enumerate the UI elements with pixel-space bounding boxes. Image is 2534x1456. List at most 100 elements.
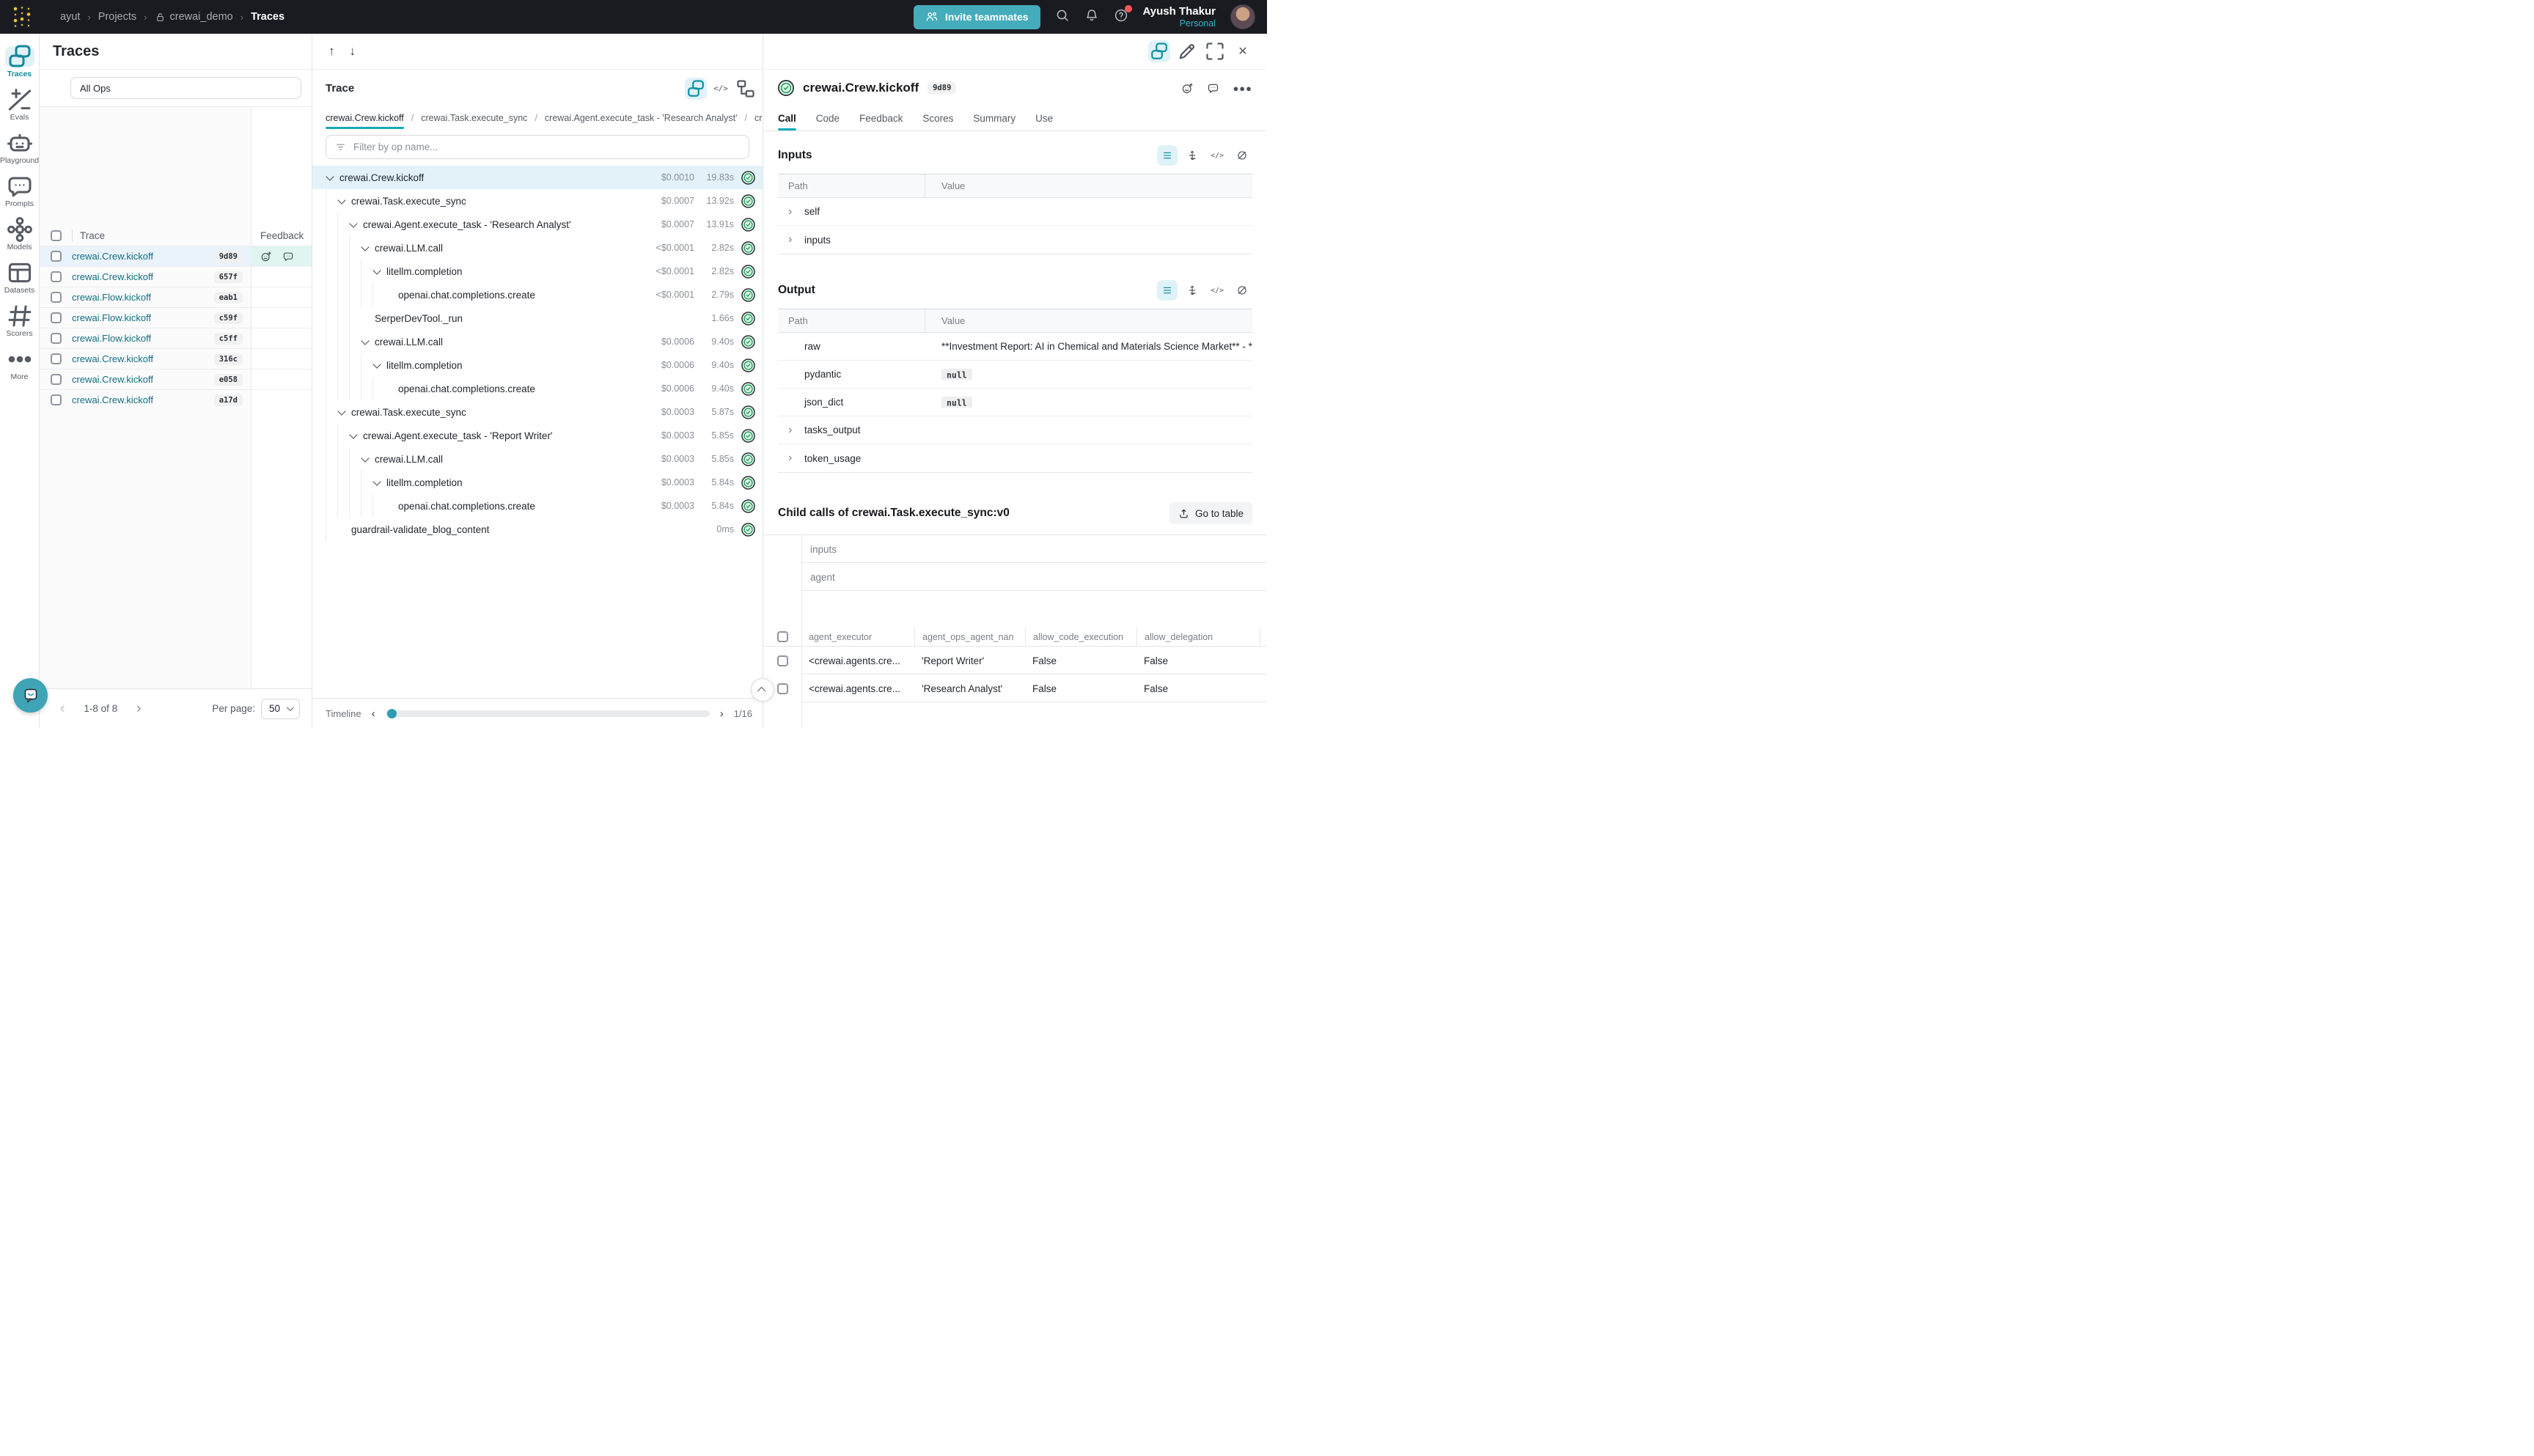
breadcrumb-item-crewai_demo[interactable]: crewai_demo	[155, 11, 233, 23]
span-tree-row[interactable]: guardrail-validate_blog_content0ms	[312, 518, 763, 541]
column-header-allow_delegation[interactable]: allow_delegation	[1136, 628, 1260, 646]
column-header-b[interactable]: b	[1260, 628, 1267, 646]
sidebar-item-scorers[interactable]: Scorers	[0, 301, 39, 344]
breadcrumb-item-Traces[interactable]: Traces	[251, 11, 284, 23]
span-tree-row[interactable]: crewai.Agent.execute_task - 'Research An…	[312, 213, 763, 236]
per-page-select[interactable]: 50	[261, 699, 300, 719]
sidebar-item-playground[interactable]: Playground	[0, 128, 39, 171]
code-view-icon[interactable]: </>	[1207, 280, 1227, 301]
span-tree-row[interactable]: SerperDevTool._run1.66s	[312, 306, 763, 330]
row-checkbox[interactable]	[51, 374, 62, 385]
trace-row[interactable]: crewai.Crew.kickoff9d89	[40, 246, 312, 266]
span-tree-row[interactable]: openai.chat.completions.create$0.00069.4…	[312, 377, 763, 400]
tab-use[interactable]: Use	[1035, 106, 1053, 130]
row-checkbox[interactable]	[51, 251, 62, 262]
trace-link[interactable]: crewai.Crew.kickoff	[72, 374, 153, 385]
child-call-row[interactable]: <crewai.agents.cre...'Research Analyst'F…	[763, 674, 1267, 702]
sidebar-item-prompts[interactable]: Prompts	[0, 171, 39, 214]
trace-tab[interactable]: crewai.Task.execute_sync	[421, 110, 527, 129]
trace-link[interactable]: crewai.Flow.kickoff	[72, 292, 151, 303]
trace-link[interactable]: crewai.Flow.kickoff	[72, 333, 151, 344]
breadcrumb-item-Projects[interactable]: Projects	[98, 11, 136, 23]
chevron-down-icon[interactable]	[337, 196, 345, 204]
span-tree-row[interactable]: litellm.completion<$0.00012.82s	[312, 260, 763, 283]
add-comment-icon[interactable]	[282, 251, 294, 262]
trace-id-badge[interactable]: c59f	[214, 312, 243, 324]
prev-page-icon[interactable]: ‹	[60, 701, 65, 717]
trace-row[interactable]: crewai.Crew.kickoffe058	[40, 369, 312, 389]
trace-id-badge[interactable]: eab1	[214, 292, 243, 304]
trace-tab[interactable]: crewai.Crew.kickoff	[326, 110, 404, 129]
chevron-down-icon[interactable]	[372, 360, 381, 368]
span-tree-row[interactable]: crewai.Task.execute_sync$0.00035.87s	[312, 400, 763, 424]
trace-tab[interactable]: crewai.LLM.cal	[754, 110, 763, 129]
trace-row[interactable]: crewai.Flow.kickoff c59f	[40, 307, 312, 328]
fullscreen-icon[interactable]	[1204, 40, 1226, 62]
add-emoji-icon[interactable]	[1181, 82, 1194, 95]
collapse-panel-button[interactable]	[751, 678, 774, 702]
avatar[interactable]	[1230, 4, 1255, 29]
timeline-next-icon[interactable]: ›	[720, 707, 724, 720]
span-tree-row[interactable]: crewai.LLM.call$0.00069.40s	[312, 330, 763, 353]
column-header-allow_code_execution[interactable]: allow_code_execution	[1025, 628, 1136, 646]
tree-view-icon[interactable]	[685, 78, 707, 100]
help-icon[interactable]	[1114, 8, 1128, 26]
chevron-down-icon[interactable]	[361, 337, 369, 345]
row-checkbox[interactable]	[51, 333, 62, 344]
wandb-logo[interactable]	[12, 5, 34, 29]
trace-link[interactable]: crewai.Crew.kickoff	[72, 271, 153, 282]
row-checkbox[interactable]	[51, 292, 62, 303]
trace-view-icon[interactable]	[1148, 40, 1170, 62]
trace-row[interactable]: crewai.Crew.kickoff 657f	[40, 266, 312, 287]
list-view-icon[interactable]	[1157, 280, 1178, 301]
row-checkbox[interactable]	[51, 271, 62, 282]
span-tree-row[interactable]: crewai.LLM.call$0.00035.85s	[312, 447, 763, 471]
expand-icon[interactable]: ›	[788, 234, 804, 246]
more-options-icon[interactable]: ●●●	[1233, 83, 1252, 94]
chevron-down-icon[interactable]	[337, 407, 345, 415]
prev-trace-icon[interactable]: ↑	[328, 44, 335, 59]
add-emoji-icon[interactable]	[260, 251, 272, 262]
trace-link[interactable]: crewai.Crew.kickoff	[72, 353, 153, 364]
expand-icon[interactable]: ›	[788, 452, 804, 464]
row-checkbox[interactable]	[777, 683, 788, 694]
trace-row[interactable]: crewai.Crew.kickoff 316c	[40, 348, 312, 369]
tab-code[interactable]: Code	[816, 106, 840, 130]
code-view-icon[interactable]: </>	[710, 78, 732, 100]
span-tree-row[interactable]: litellm.completion$0.00069.40s	[312, 353, 763, 377]
row-checkbox[interactable]	[777, 655, 788, 666]
trace-row[interactable]: crewai.Flow.kickoff c5ff	[40, 328, 312, 348]
tab-feedback[interactable]: Feedback	[859, 106, 903, 130]
breadcrumb-item-ayut[interactable]: ayut	[60, 11, 80, 23]
go-to-table-button[interactable]: Go to table	[1169, 502, 1252, 524]
hide-values-icon[interactable]	[1232, 280, 1252, 301]
row-checkbox[interactable]	[51, 312, 62, 323]
trace-id-badge[interactable]: 9d89	[214, 251, 243, 262]
chevron-down-icon[interactable]	[361, 243, 369, 251]
code-view-icon[interactable]: </>	[1207, 145, 1227, 166]
trace-row[interactable]: crewai.Flow.kickoff eab1	[40, 287, 312, 307]
row-checkbox[interactable]	[51, 353, 62, 364]
sidebar-item-more[interactable]: More	[0, 344, 39, 387]
trace-link[interactable]: crewai.Flow.kickoff	[72, 312, 151, 323]
sidebar-item-traces[interactable]: Traces	[0, 41, 39, 84]
ops-filter-select[interactable]: All Ops	[70, 77, 301, 99]
column-header-agent_executor[interactable]: agent_executor	[801, 628, 914, 646]
chevron-down-icon[interactable]	[349, 219, 357, 227]
user-menu[interactable]: Ayush Thakur Personal	[1143, 5, 1216, 29]
chevron-down-icon[interactable]	[326, 172, 334, 180]
trace-id-badge[interactable]: c5ff	[214, 333, 243, 345]
timeline-knob[interactable]	[387, 709, 397, 718]
select-all-checkbox[interactable]	[51, 230, 62, 241]
trace-id-badge[interactable]: 316c	[214, 353, 243, 365]
trace-id-badge[interactable]: 657f	[214, 271, 243, 283]
search-icon[interactable]	[1055, 8, 1070, 26]
span-tree-row[interactable]: crewai.Agent.execute_task - 'Report Writ…	[312, 424, 763, 447]
chevron-down-icon[interactable]	[372, 477, 381, 485]
next-page-icon[interactable]: ›	[136, 701, 141, 717]
hide-values-icon[interactable]	[1232, 145, 1252, 166]
sidebar-item-models[interactable]: Models	[0, 214, 39, 257]
support-chat-button[interactable]	[13, 678, 48, 713]
sidebar-item-evals[interactable]: Evals	[0, 84, 39, 128]
span-tree-row[interactable]: crewai.Crew.kickoff$0.001019.83s	[312, 166, 763, 189]
